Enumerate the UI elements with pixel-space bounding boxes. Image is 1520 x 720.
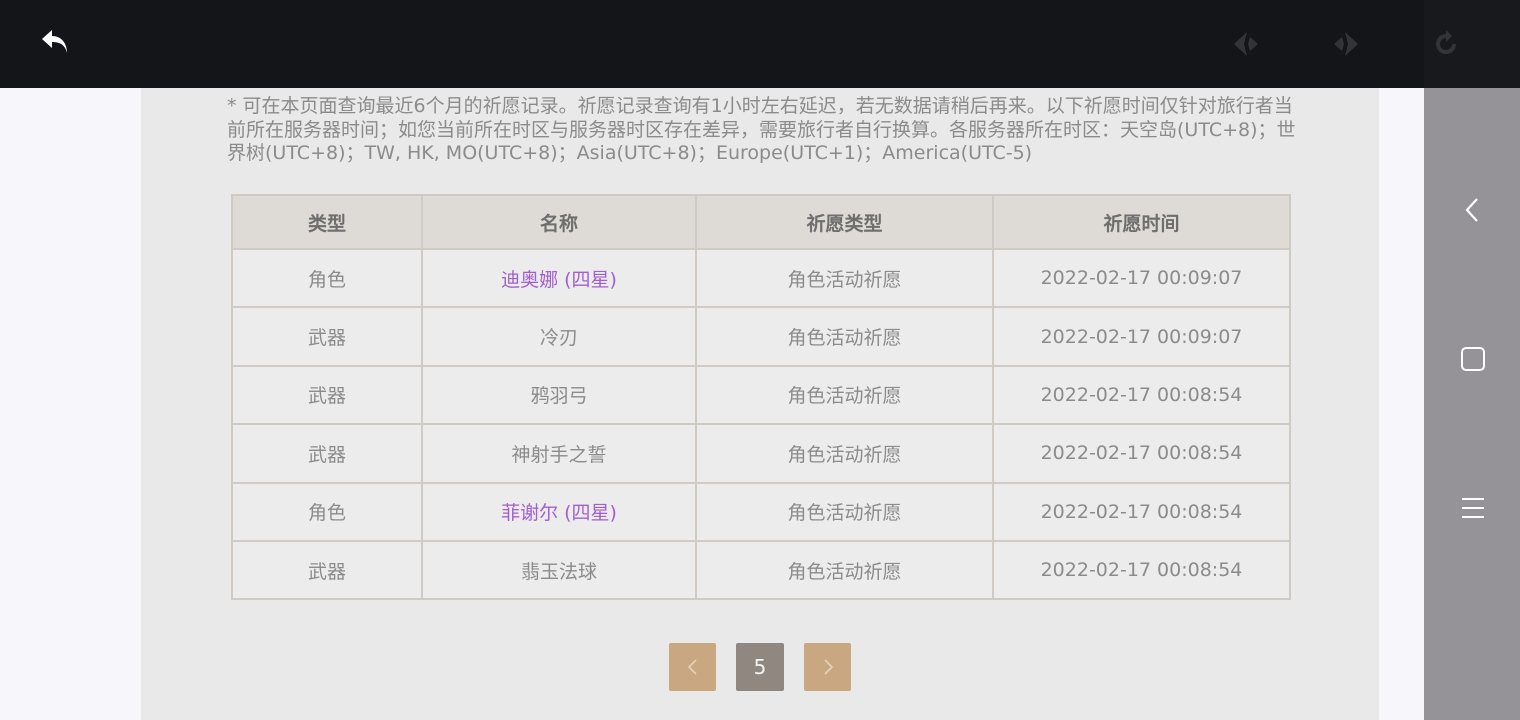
table-row: 武器 鸦羽弓 角色活动祈愿 2022-02-17 00:08:54 [231, 364, 1291, 426]
table-row: 角色 迪奥娜 (四星) 角色活动祈愿 2022-02-17 00:09:07 [231, 247, 1291, 309]
home-square-icon [1461, 347, 1485, 371]
table-row: 武器 神射手之誓 角色活动祈愿 2022-02-17 00:08:54 [231, 423, 1291, 484]
notice-text: * 可在本页面查询最近6个月的祈愿记录。祈愿记录查询有1小时左右延迟，若无数据请… [227, 95, 1296, 164]
cell-name: 冷刃 [421, 306, 697, 367]
header-type: 类型 [231, 194, 423, 250]
cell-name: 迪奥娜 (四星) [421, 247, 697, 309]
table-row: 武器 翡玉法球 角色活动祈愿 2022-02-17 00:08:54 [231, 539, 1291, 601]
header-wish-type: 祈愿类型 [695, 194, 994, 250]
nav-prev-button[interactable] [1226, 24, 1266, 64]
menu-icon [1462, 498, 1484, 518]
nav-home-button[interactable] [1457, 343, 1489, 375]
cell-wish-type: 角色活动祈愿 [695, 364, 994, 426]
chevron-left-icon [687, 659, 697, 675]
prev-page-button[interactable] [669, 643, 716, 691]
nav-next-icon [1334, 32, 1358, 56]
cell-name: 神射手之誓 [421, 423, 697, 484]
cell-name: 鸦羽弓 [421, 364, 697, 426]
header-name: 名称 [421, 194, 697, 250]
cell-wish-type: 角色活动祈愿 [695, 481, 994, 542]
cell-name: 菲谢尔 (四星) [421, 481, 697, 542]
cell-wish-type: 角色活动祈愿 [695, 539, 994, 601]
nav-back-button[interactable] [1457, 194, 1489, 226]
cell-wish-type: 角色活动祈愿 [695, 247, 994, 309]
chevron-right-icon [823, 659, 833, 675]
table-row: 角色 菲谢尔 (四星) 角色活动祈愿 2022-02-17 00:08:54 [231, 481, 1291, 542]
cell-name: 翡玉法球 [421, 539, 697, 601]
cell-time: 2022-02-17 00:09:07 [992, 247, 1291, 309]
cell-time: 2022-02-17 00:08:54 [992, 364, 1291, 426]
reload-button[interactable] [1430, 28, 1462, 60]
cell-type: 角色 [231, 247, 423, 309]
cell-type: 武器 [231, 423, 423, 484]
cell-time: 2022-02-17 00:08:54 [992, 423, 1291, 484]
wish-history-panel: * 可在本页面查询最近6个月的祈愿记录。祈愿记录查询有1小时左右延迟，若无数据请… [141, 88, 1379, 720]
reload-icon [1436, 30, 1456, 54]
cell-time: 2022-02-17 00:08:54 [992, 481, 1291, 542]
cell-wish-type: 角色活动祈愿 [695, 423, 994, 484]
header-wish-time: 祈愿时间 [992, 194, 1291, 250]
cell-type: 角色 [231, 481, 423, 542]
back-arrow-icon [42, 30, 67, 53]
nav-prev-icon [1234, 32, 1258, 56]
cell-time: 2022-02-17 00:09:07 [992, 306, 1291, 367]
back-chevron-icon [1465, 198, 1478, 222]
cell-type: 武器 [231, 306, 423, 367]
nav-next-button[interactable] [1326, 24, 1366, 64]
cell-type: 武器 [231, 539, 423, 601]
back-button[interactable] [36, 24, 76, 64]
cell-time: 2022-02-17 00:08:54 [992, 539, 1291, 601]
next-page-button[interactable] [804, 643, 851, 691]
side-navigation [1424, 0, 1520, 720]
nav-menu-button[interactable] [1457, 492, 1489, 524]
table-row: 武器 冷刃 角色活动祈愿 2022-02-17 00:09:07 [231, 306, 1291, 367]
top-toolbar [0, 0, 1424, 88]
table-header-row: 类型 名称 祈愿类型 祈愿时间 [231, 194, 1291, 250]
sidenav-header [1424, 0, 1520, 88]
wish-records-table: 类型 名称 祈愿类型 祈愿时间 角色 迪奥娜 (四星) 角色活动祈愿 2022-… [231, 194, 1291, 601]
cell-type: 武器 [231, 364, 423, 426]
current-page-indicator: 5 [736, 643, 784, 691]
cell-wish-type: 角色活动祈愿 [695, 306, 994, 367]
